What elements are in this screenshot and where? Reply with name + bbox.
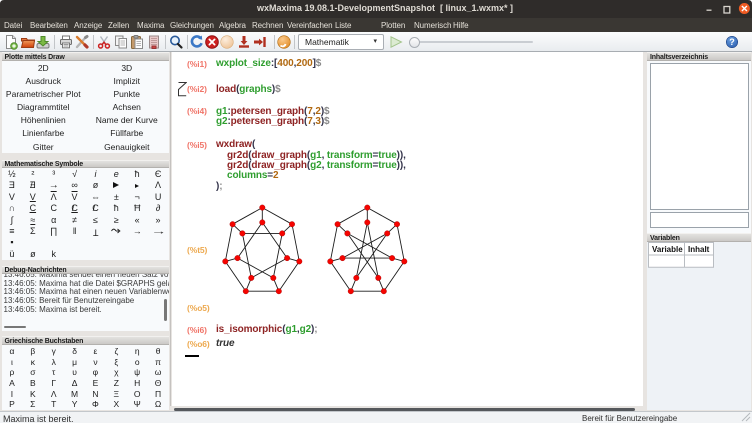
svg-text:?: ? xyxy=(729,37,735,47)
